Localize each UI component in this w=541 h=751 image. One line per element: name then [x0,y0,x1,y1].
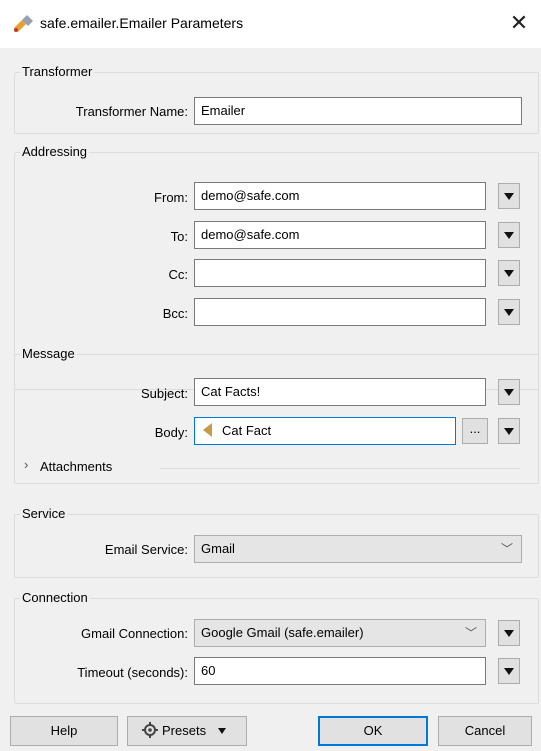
dropdown-arrow-icon [504,668,514,675]
to-input[interactable]: demo@safe.com [194,221,486,249]
timeout-label: Timeout (seconds): [77,665,188,680]
message-legend: Message [20,346,77,361]
gmail-connection-select[interactable]: Google Gmail (safe.emailer) ﹀ [194,619,486,647]
subject-menu-button[interactable] [498,379,520,405]
subject-label: Subject: [141,386,188,401]
dropdown-arrow-icon [504,232,514,239]
email-service-label: Email Service: [104,542,188,557]
email-service-select[interactable]: Gmail ﹀ [194,535,522,563]
email-service-value: Gmail [201,541,235,556]
dialog-body: Transformer Transformer Name: Emailer Ad… [0,48,541,751]
dropdown-arrow-icon [504,630,514,637]
gmail-connection-label: Gmail Connection: [81,626,188,641]
gmail-connection-menu-button[interactable] [498,620,520,646]
chevron-down-icon: ﹀ [500,542,513,556]
close-icon: ✕ [509,10,529,35]
bcc-menu-button[interactable] [498,299,520,325]
cancel-button[interactable]: Cancel [438,716,532,746]
cc-input[interactable] [194,259,486,287]
dropdown-arrow-icon [504,428,514,435]
to-label: To: [170,229,188,244]
service-legend: Service [20,506,68,521]
body-label: Body: [154,425,188,440]
subject-input[interactable]: Cat Facts! [194,378,486,406]
body-value: Cat Fact [222,423,272,438]
gmail-connection-value: Google Gmail (safe.emailer) [201,625,364,640]
connection-legend: Connection [20,590,90,605]
body-ellipsis-button[interactable]: ... [462,418,488,444]
from-input[interactable]: demo@safe.com [194,182,486,210]
timeout-menu-button[interactable] [498,658,520,684]
bcc-input[interactable] [194,298,486,326]
title-bar: safe.emailer.Emailer Parameters ✕ [0,0,541,48]
close-button[interactable]: ✕ [503,8,535,40]
dropdown-arrow-icon [504,389,514,396]
timeout-input[interactable]: 60 [194,657,486,685]
dropdown-arrow-icon [504,270,514,277]
to-menu-button[interactable] [498,222,520,248]
addressing-legend: Addressing [20,144,90,159]
dropdown-arrow-icon [504,309,514,316]
bcc-label: Bcc: [162,306,188,321]
transformer-legend: Transformer [20,64,95,79]
transformer-name-input[interactable]: Emailer [194,97,522,125]
cc-menu-button[interactable] [498,260,520,286]
from-label: From: [154,190,188,205]
presets-gear-icon [142,720,160,748]
fme-transformer-icon [12,14,34,34]
presets-label: Presets [162,723,207,738]
presets-button[interactable]: Presets [127,716,247,746]
body-input[interactable]: Cat Fact [194,417,456,445]
connection-group [14,598,539,704]
help-button[interactable]: Help [10,716,118,746]
feature-attribute-icon [203,423,212,437]
attachments-toggle[interactable]: Attachments [40,459,112,474]
transformer-name-label: Transformer Name: [75,104,188,119]
attachments-divider [160,468,520,469]
from-menu-button[interactable] [498,183,520,209]
dropdown-arrow-icon [217,728,226,734]
window-title: safe.emailer.Emailer Parameters [40,15,244,31]
body-menu-button[interactable] [498,418,520,444]
dropdown-arrow-icon [504,193,514,200]
cc-label: Cc: [168,267,189,282]
chevron-right-icon[interactable]: › [24,457,28,472]
ok-button[interactable]: OK [318,716,428,746]
chevron-down-icon: ﹀ [464,626,477,640]
